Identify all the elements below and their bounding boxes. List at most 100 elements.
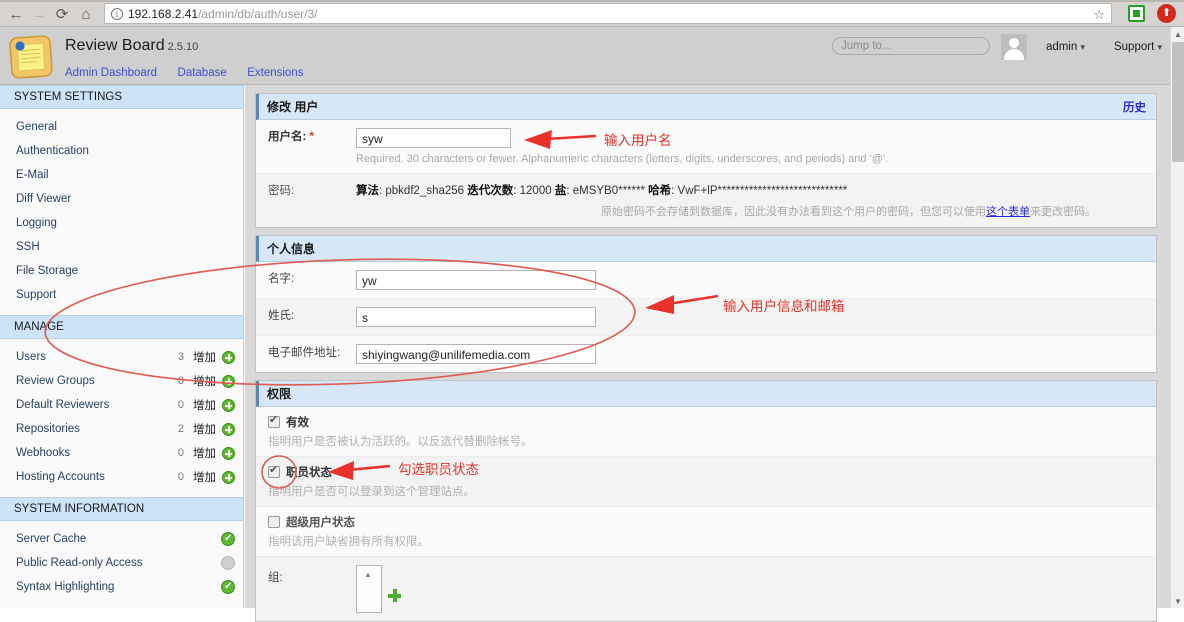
first-name-label: 名字: (268, 273, 295, 285)
email-label: 电子邮件地址: (268, 347, 341, 359)
password-algo-value: pbkdf2_sha256 (385, 185, 465, 197)
groups-control: ▲ (356, 565, 1156, 613)
plus-circle-icon[interactable] (222, 470, 235, 484)
sidebar-item-repositories[interactable]: Repositories 2 增加 (0, 417, 243, 441)
address-bar[interactable]: i 192.168.2.41/admin/db/auth/user/3/ ☆ (104, 3, 1112, 24)
password-iter-value: 12000 (519, 185, 552, 197)
sidebar-item-add-label[interactable]: 增加 (193, 397, 216, 413)
sidebar-item-server-cache[interactable]: Server Cache (0, 527, 243, 551)
sidebar-item-default-reviewers[interactable]: Default Reviewers 0 增加 (0, 393, 243, 417)
sidebar-item-diff-viewer[interactable]: Diff Viewer (0, 187, 243, 211)
sidebar-item-add-label[interactable]: 增加 (193, 421, 216, 437)
nav-extensions[interactable]: Extensions (247, 67, 303, 79)
scroll-down-icon[interactable]: ▼ (1171, 594, 1184, 608)
superuser-label: 超级用户状态 (286, 517, 355, 529)
avatar-body (1004, 49, 1024, 60)
user-panel-title: 修改 用户 (267, 100, 319, 114)
nav-admin-dashboard[interactable]: Admin Dashboard (65, 67, 157, 79)
superuser-help-text: 指明该用户缺省拥有所有权限。 (268, 536, 429, 548)
first-name-control: yw (356, 270, 1156, 290)
sidebar-item-add-label[interactable]: 增加 (193, 373, 216, 389)
annotation-text-staff: 勾选职员状态 (398, 462, 479, 478)
last-name-input[interactable]: s (356, 307, 596, 327)
password-salt-label: 盐 (554, 185, 567, 197)
plus-circle-icon[interactable] (222, 398, 235, 412)
nav-database[interactable]: Database (178, 67, 227, 79)
sidebar-item-general[interactable]: General (0, 115, 243, 139)
sidebar-item-support[interactable]: Support (0, 283, 243, 307)
scroll-up-icon[interactable]: ▲ (1171, 27, 1184, 41)
url-text: 192.168.2.41/admin/db/auth/user/3/ (128, 7, 318, 21)
groups-select[interactable]: ▲ (356, 565, 382, 613)
superuser-checkbox[interactable] (268, 516, 280, 528)
sidebar-item-users[interactable]: Users 3 增加 (0, 345, 243, 369)
sidebar-item-label: General (16, 121, 57, 133)
reload-icon[interactable]: ⟳ (52, 4, 72, 24)
required-mark: * (309, 131, 315, 143)
sidebar-item-webhooks[interactable]: Webhooks 0 增加 (0, 441, 243, 465)
home-icon[interactable]: ⌂ (76, 4, 96, 24)
password-hash-value: VwF+lP***************************** (677, 185, 848, 197)
sidebar-section-manage: MANAGE (0, 315, 243, 339)
username-control: syw Required. 30 characters or fewer. Al… (356, 128, 1156, 165)
sidebar-item-review-groups[interactable]: Review Groups 0 增加 (0, 369, 243, 393)
sidebar-item-add-label[interactable]: 增加 (193, 445, 216, 461)
sidebar-item-logging[interactable]: Logging (0, 211, 243, 235)
username-input[interactable]: syw (356, 128, 511, 148)
sidebar-item-add-label[interactable]: 增加 (193, 349, 216, 365)
first-name-input[interactable]: yw (356, 270, 596, 290)
password-change-form-link[interactable]: 这个表单 (986, 206, 1030, 218)
staff-label: 职员状态 (286, 467, 332, 479)
sidebar-item-hosting-accounts[interactable]: Hosting Accounts 0 增加 (0, 465, 243, 489)
url-path: /admin/db/auth/user/3/ (198, 6, 318, 21)
sidebar-item-label: Syntax Highlighting (16, 581, 115, 593)
plus-circle-icon[interactable] (222, 422, 235, 436)
forward-icon[interactable]: → (29, 4, 49, 24)
info-icon[interactable]: i (111, 7, 123, 20)
active-checkbox[interactable] (268, 413, 280, 428)
sidebar-item-email[interactable]: E-Mail (0, 163, 243, 187)
star-icon[interactable]: ☆ (1093, 7, 1105, 23)
superuser-row: 超级用户状态 指明该用户缺省拥有所有权限。 (256, 507, 1156, 557)
sidebar-list-manage: Users 3 增加 Review Groups 0 增加 Default Re… (0, 339, 243, 497)
sidebar-item-ssh[interactable]: SSH (0, 235, 243, 259)
plus-circle-icon[interactable] (222, 374, 235, 388)
sidebar-item-public-readonly-access[interactable]: Public Read-only Access (0, 551, 243, 575)
superuser-checkbox-line[interactable]: 超级用户状态 (268, 514, 1156, 530)
username-help-text: Required. 30 characters or fewer. Alphan… (356, 153, 889, 165)
page-scrollbar[interactable]: ▲ ▼ (1170, 27, 1184, 608)
status-ok-icon (221, 579, 235, 595)
product-name: Review Board (65, 37, 165, 54)
personal-info-panel-title: 个人信息 (267, 242, 316, 256)
review-board-logo-icon[interactable] (7, 32, 57, 82)
avatar[interactable] (1001, 34, 1027, 60)
sidebar-item-count: 0 (177, 399, 184, 411)
user-panel: 修改 用户 历史 用户名: * syw Required. 30 charact… (255, 93, 1157, 228)
sidebar-item-authentication[interactable]: Authentication (0, 139, 243, 163)
staff-help-text: 指明用户是否可以登录到这个管理站点。 (268, 486, 475, 498)
url-host: 192.168.2.41 (128, 6, 199, 21)
sidebar-item-label: Support (16, 289, 57, 301)
user-menu[interactable]: admin ▾ (1046, 41, 1085, 53)
plus-circle-icon[interactable] (222, 350, 235, 364)
sidebar-item-syntax-highlighting[interactable]: Syntax Highlighting (0, 575, 243, 599)
username-row: 用户名: * syw Required. 30 characters or fe… (256, 120, 1156, 174)
site-header: Review Board 2.5.10 Admin Dashboard Datab… (0, 27, 1170, 85)
email-input[interactable]: shiyingwang@unilifemedia.com (356, 344, 596, 364)
add-group-icon[interactable] (388, 589, 401, 602)
support-menu[interactable]: Support ▾ (1114, 41, 1162, 53)
password-hash-label: 哈希 (648, 185, 672, 197)
staff-checkbox[interactable] (268, 463, 280, 478)
active-checkbox-line[interactable]: 有效 (268, 413, 1156, 430)
sidebar-item-file-storage[interactable]: File Storage (0, 259, 243, 283)
sidebar-item-add-label[interactable]: 增加 (193, 469, 216, 485)
password-help-text: 原始密码不会存储到数据库，因此没有办法看到这个用户的密码，但您可以使用这个表单来… (356, 203, 1156, 219)
history-link[interactable]: 历史 (1123, 99, 1146, 115)
red-circle-extension-icon[interactable]: ⬆ (1157, 4, 1176, 23)
sidebar-item-label: SSH (16, 241, 40, 253)
jump-to-input[interactable]: Jump to... (832, 37, 990, 55)
plus-circle-icon[interactable] (222, 446, 235, 460)
scrollbar-thumb[interactable] (1172, 42, 1184, 162)
green-square-extension-icon[interactable] (1128, 5, 1145, 22)
back-icon[interactable]: ← (6, 4, 26, 24)
